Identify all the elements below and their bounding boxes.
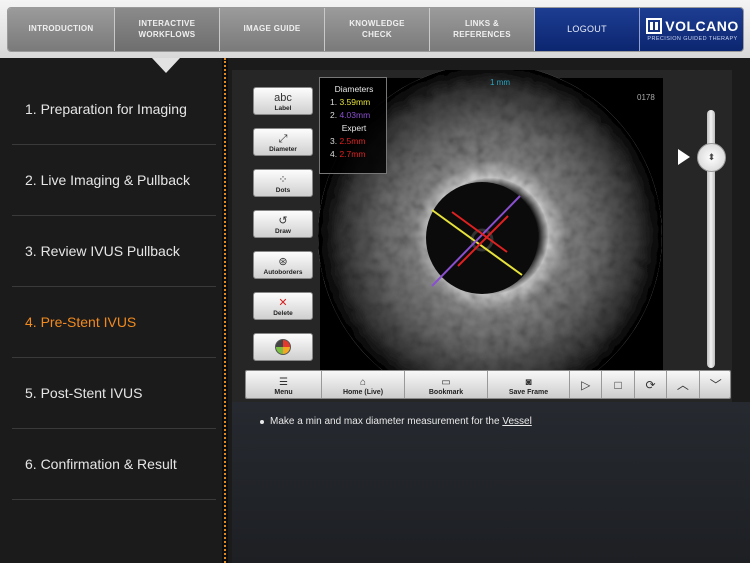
stop-button[interactable]: □ bbox=[602, 371, 635, 398]
brand-name: VOLCANO bbox=[665, 17, 739, 34]
draw-tool-button[interactable]: ↺ Draw bbox=[253, 210, 313, 238]
vessel-link[interactable]: Vessel bbox=[502, 416, 531, 427]
brand-tagline: PRECISION GUIDED THERAPY bbox=[647, 35, 738, 42]
expert-title: Expert bbox=[341, 123, 367, 133]
loop-icon: ⟳ bbox=[645, 377, 656, 392]
instruction-text: Make a min and max diameter measurement … bbox=[270, 416, 503, 427]
toolbar-button-label: Home (Live) bbox=[342, 389, 384, 396]
home-icon: ⌂ bbox=[359, 377, 367, 388]
diameters-title: Diameters bbox=[334, 84, 374, 94]
autoborders-icon: ⊛ bbox=[278, 256, 288, 268]
diameter-value: 2.7mm bbox=[339, 149, 366, 159]
step-preparation[interactable]: 1. Preparation for Imaging bbox=[12, 74, 216, 145]
sidebar-divider bbox=[222, 58, 228, 563]
tool-label: Autoborders bbox=[263, 269, 303, 276]
tab-knowledge-check[interactable]: KNOWLEDGE CHECK bbox=[325, 8, 430, 51]
step-live-imaging[interactable]: 2. Live Imaging & Pullback bbox=[12, 145, 216, 216]
top-navigation-bar: INTRODUCTION INTERACTIVE WORKFLOWS IMAGE… bbox=[0, 0, 750, 58]
active-tab-pointer bbox=[152, 58, 180, 73]
color-wheel-icon bbox=[275, 339, 291, 355]
frame-number: 0178 bbox=[637, 93, 655, 102]
instruction-panel: Make a min and max diameter measurement … bbox=[232, 402, 750, 563]
delete-tool-button[interactable]: ✕ Delete bbox=[253, 292, 313, 320]
ivus-viewer: 1 mm 0178 abc Label ⤢ Diameter ⁘ Dots ↺ … bbox=[232, 70, 732, 402]
scale-label: 1 mm bbox=[490, 78, 510, 87]
bullet-icon bbox=[260, 419, 264, 424]
camera-icon: ◙ bbox=[525, 377, 532, 388]
label-tool-button[interactable]: abc Label bbox=[253, 87, 313, 115]
logout-button[interactable]: LOGOUT bbox=[535, 8, 640, 51]
diameter-value: 2.5mm bbox=[339, 136, 366, 146]
chevron-up-icon: ︿ bbox=[676, 378, 689, 392]
text-label-icon: abc bbox=[274, 92, 292, 104]
tool-label: Delete bbox=[273, 310, 293, 317]
frame-up-button[interactable]: ︿ bbox=[667, 371, 700, 398]
step-post-stent[interactable]: 5. Post-Stent IVUS bbox=[12, 358, 216, 429]
up-down-chevron-icon: ⬍ bbox=[707, 152, 716, 162]
tool-label: Dots bbox=[275, 187, 291, 194]
step-pre-stent[interactable]: 4. Pre-Stent IVUS bbox=[12, 287, 216, 358]
menu-button[interactable]: ☰ Menu bbox=[246, 371, 322, 398]
diameter-row-4: 4. 2.7mm bbox=[330, 148, 386, 161]
bookmark-button[interactable]: ▭ Bookmark bbox=[405, 371, 488, 398]
diameter-tool-button[interactable]: ⤢ Diameter bbox=[253, 128, 313, 156]
draw-icon: ↺ bbox=[278, 215, 288, 227]
tab-links-references[interactable]: LINKS & REFERENCES bbox=[430, 8, 535, 51]
play-button[interactable]: ▷ bbox=[570, 371, 603, 398]
frame-down-button[interactable]: ﹀ bbox=[699, 371, 730, 398]
diameter-row-2: 2. 4.03mm bbox=[330, 109, 386, 122]
diameter-value: 4.03mm bbox=[339, 110, 371, 120]
tab-introduction[interactable]: INTRODUCTION bbox=[8, 8, 115, 51]
nav-tabs: INTRODUCTION INTERACTIVE WORKFLOWS IMAGE… bbox=[7, 7, 744, 52]
home-live-button[interactable]: ⌂ Home (Live) bbox=[322, 371, 405, 398]
diameter-row-3: 3. 2.5mm bbox=[330, 135, 386, 148]
menu-icon: ☰ bbox=[279, 377, 288, 388]
diameter-icon: ⤢ bbox=[278, 133, 288, 145]
step-confirmation[interactable]: 6. Confirmation & Result bbox=[12, 429, 216, 500]
tab-interactive-workflows[interactable]: INTERACTIVE WORKFLOWS bbox=[115, 8, 220, 51]
step-review-pullback[interactable]: 3. Review IVUS Pullback bbox=[12, 216, 216, 287]
toolbar-button-label: Menu bbox=[274, 389, 293, 396]
delete-icon: ✕ bbox=[278, 297, 288, 309]
brand-logo: VOLCANO PRECISION GUIDED THERAPY bbox=[640, 8, 743, 51]
color-picker-button[interactable] bbox=[253, 333, 313, 361]
bookmark-icon: ▭ bbox=[441, 377, 451, 388]
tool-label: Draw bbox=[275, 228, 291, 235]
tool-label: Label bbox=[274, 105, 292, 112]
autoborders-tool-button[interactable]: ⊛ Autoborders bbox=[253, 251, 313, 279]
dots-icon: ⁘ bbox=[278, 174, 288, 186]
dots-tool-button[interactable]: ⁘ Dots bbox=[253, 169, 313, 197]
diameters-readout: Diameters 1. 3.59mm 2. 4.03mm Expert 3. … bbox=[319, 77, 387, 174]
instruction-item: Make a min and max diameter measurement … bbox=[260, 416, 532, 427]
workflow-steps-sidebar: 1. Preparation for Imaging 2. Live Imagi… bbox=[0, 74, 222, 563]
diameter-value: 3.59mm bbox=[339, 97, 371, 107]
play-icon: ▷ bbox=[581, 377, 591, 392]
frame-marker-icon[interactable] bbox=[678, 149, 690, 165]
tool-label: Diameter bbox=[269, 146, 297, 153]
tab-image-guide[interactable]: IMAGE GUIDE bbox=[220, 8, 325, 51]
toolbar-button-label: Bookmark bbox=[428, 389, 464, 396]
save-frame-button[interactable]: ◙ Save Frame bbox=[488, 371, 570, 398]
stop-icon: □ bbox=[614, 377, 622, 392]
loop-button[interactable]: ⟳ bbox=[634, 371, 668, 398]
frame-slider-knob[interactable]: ⬍ bbox=[697, 143, 726, 172]
toolbar-button-label: Save Frame bbox=[508, 389, 549, 396]
chevron-down-icon: ﹀ bbox=[709, 378, 722, 392]
diameter-row-1: 1. 3.59mm bbox=[330, 96, 386, 109]
viewer-toolbar: ☰ Menu ⌂ Home (Live) ▭ Bookmark ◙ Save F… bbox=[245, 370, 731, 399]
volcano-logo-icon bbox=[646, 17, 663, 34]
